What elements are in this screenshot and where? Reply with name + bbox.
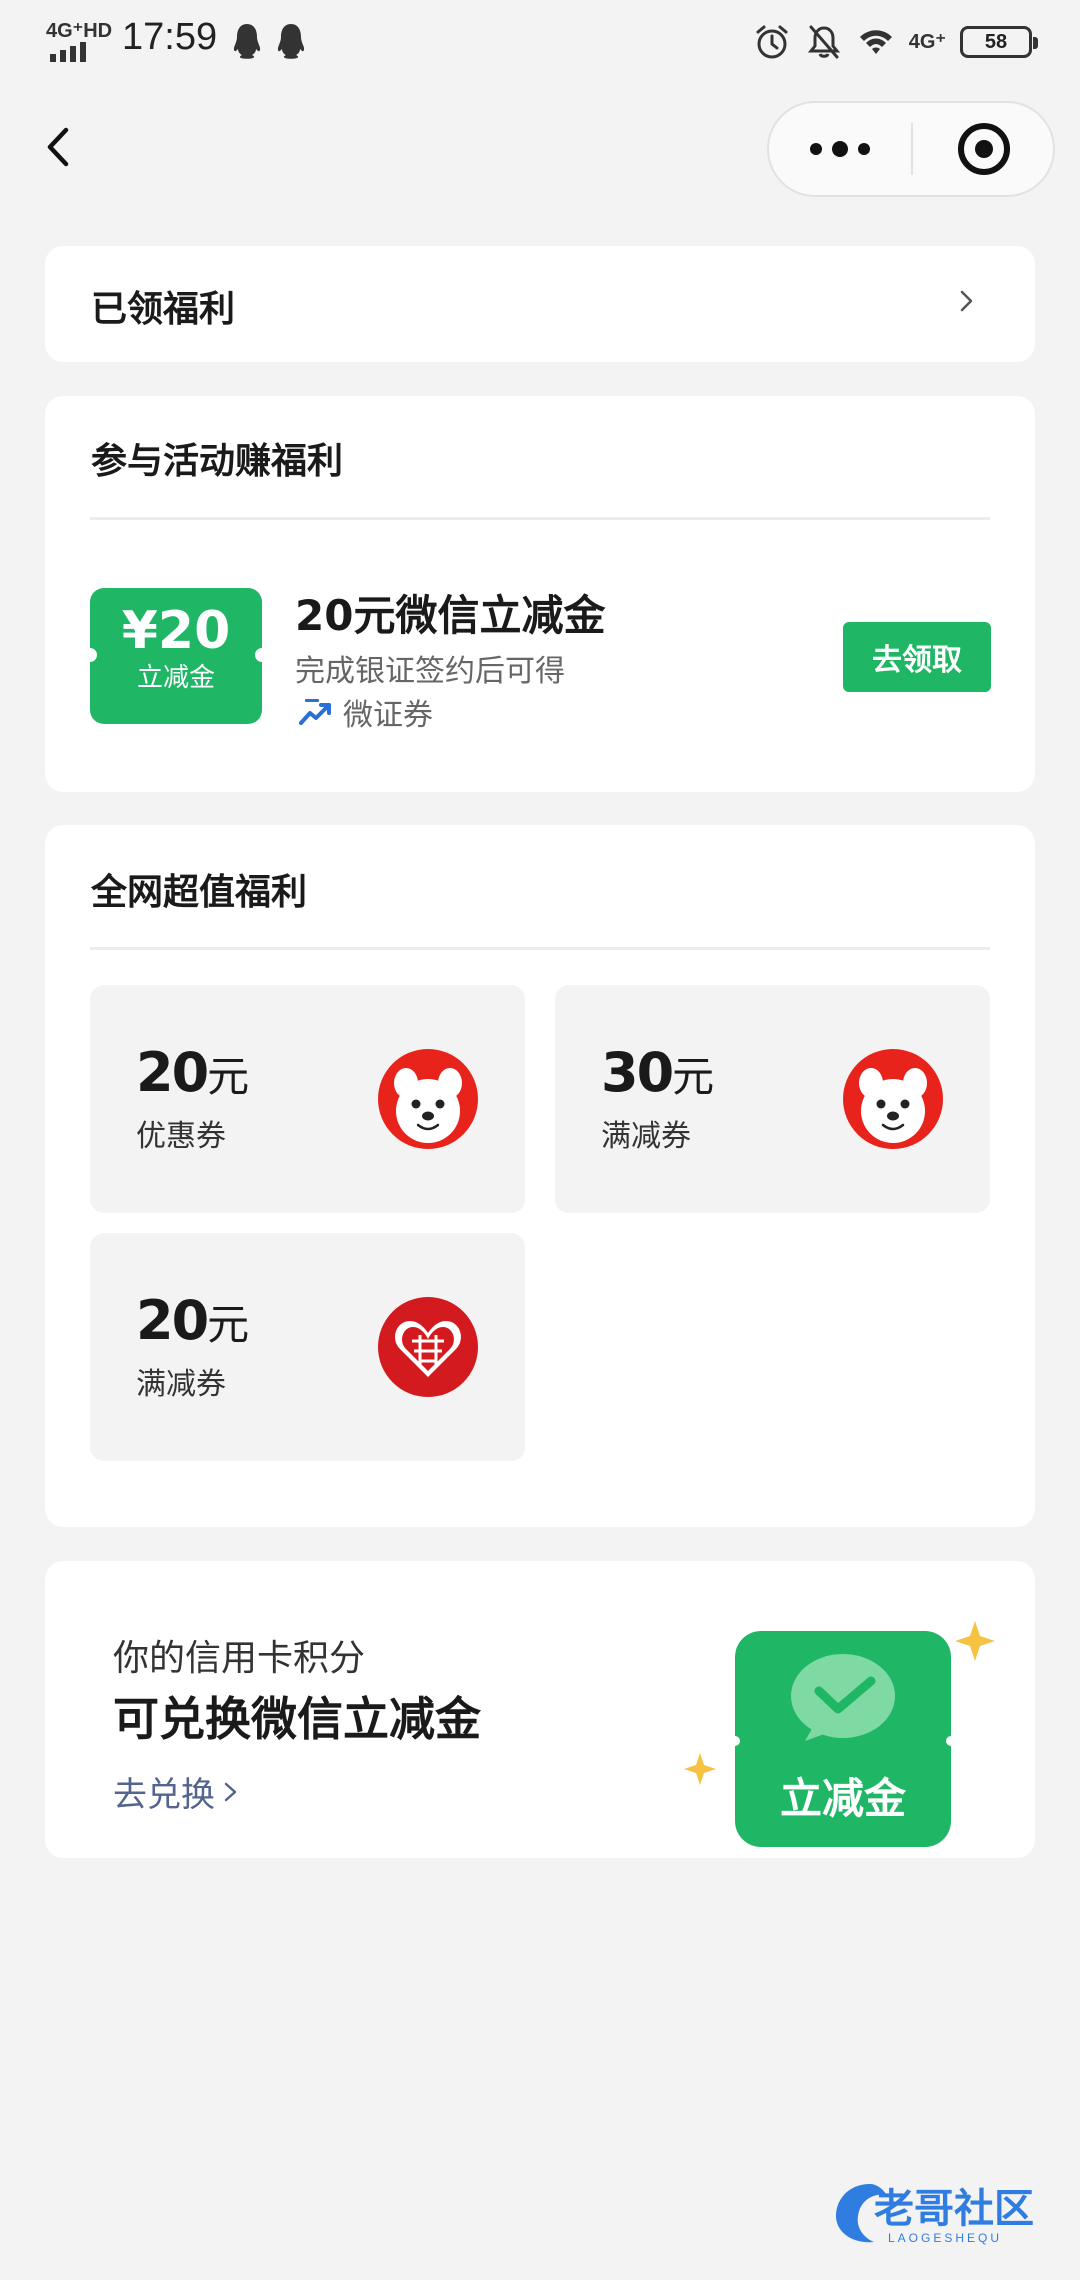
ticket-amount: ¥20 bbox=[121, 601, 231, 661]
status-bar: 4G⁺HD 17:59 4G⁺ 58 bbox=[0, 0, 1080, 84]
menu-capsule bbox=[767, 101, 1055, 197]
coupon-label: 满减券 bbox=[136, 1367, 226, 1402]
credit-points-card[interactable]: 你的信用卡积分 可兑换微信立减金 去兑换 立减金 bbox=[45, 1561, 1035, 1858]
points-title: 可兑换微信立减金 bbox=[113, 1692, 481, 1746]
battery-level: 58 bbox=[984, 30, 1008, 53]
battery-indicator: 58 bbox=[960, 26, 1038, 58]
qq-icon bbox=[233, 24, 261, 59]
chevron-right-icon bbox=[960, 290, 973, 312]
chevron-right-icon bbox=[224, 1782, 237, 1801]
watermark-text: 老哥社区 bbox=[874, 2186, 1034, 2232]
voucher-illustration: 立减金 bbox=[684, 1621, 995, 1847]
watermark-subtext: LAOGESHEQU bbox=[888, 2231, 1002, 2245]
claim-button[interactable]: 去领取 bbox=[843, 622, 991, 692]
art-label: 立减金 bbox=[780, 1774, 907, 1823]
activity-title: 参与活动赚福利 bbox=[91, 441, 344, 482]
points-subtitle: 你的信用卡积分 bbox=[113, 1638, 366, 1679]
alarm-icon bbox=[756, 25, 788, 59]
wei-securities-icon bbox=[299, 699, 331, 725]
exchange-link-label: 去兑换 bbox=[113, 1775, 215, 1815]
divider bbox=[90, 947, 990, 950]
coupon-amount: 20元 bbox=[136, 1289, 250, 1352]
divider bbox=[90, 517, 990, 520]
voucher-ticket: ¥20 立减金 bbox=[90, 588, 262, 724]
wifi-icon bbox=[859, 30, 892, 54]
coupon-card[interactable]: 30元 满减券 bbox=[555, 985, 990, 1213]
sparkle-icon bbox=[955, 1621, 995, 1661]
coupon-label: 优惠券 bbox=[136, 1119, 226, 1154]
network-benefits-title: 全网超值福利 bbox=[91, 872, 308, 913]
target-close-icon[interactable] bbox=[913, 103, 1055, 195]
coupon-amount: 20元 bbox=[136, 1041, 250, 1104]
received-benefits-row[interactable]: 已领福利 bbox=[45, 246, 1035, 362]
status-right-group: 4G⁺ 58 bbox=[753, 18, 1038, 66]
offer-source: 微证券 bbox=[299, 692, 433, 733]
signal-icon: 4G⁺HD bbox=[46, 18, 113, 62]
jd-joy-dog-icon bbox=[843, 1049, 943, 1149]
qq-icon bbox=[277, 24, 305, 59]
mute-icon bbox=[807, 25, 840, 59]
received-title: 已领福利 bbox=[91, 289, 236, 330]
network-benefits-card: 全网超值福利 20元 优惠券 30元 满减券 20元 满减券 bbox=[45, 825, 1035, 1527]
jd-joy-dog-icon bbox=[378, 1049, 478, 1149]
pinduoduo-icon bbox=[378, 1297, 478, 1397]
coupon-card[interactable]: 20元 优惠券 bbox=[90, 985, 525, 1213]
more-dots-icon[interactable] bbox=[769, 103, 911, 195]
coupon-label: 满减券 bbox=[601, 1119, 691, 1154]
coupon-card[interactable]: 20元 满减券 bbox=[90, 1233, 525, 1461]
status-time: 17:59 bbox=[122, 16, 218, 58]
network-type-right: 4G⁺ bbox=[908, 31, 946, 53]
offer-source-label: 微证券 bbox=[343, 698, 433, 733]
offer-title: 20元微信立减金 bbox=[295, 591, 606, 640]
nav-bar bbox=[0, 84, 1080, 210]
offer-description: 完成银证签约后可得 bbox=[295, 654, 565, 689]
exchange-link[interactable]: 去兑换 bbox=[113, 1767, 239, 1816]
sparkle-icon bbox=[684, 1753, 716, 1785]
activity-card: 参与活动赚福利 ¥20 立减金 20元微信立减金 完成银证签约后可得 微证券 去… bbox=[45, 396, 1035, 792]
coupon-amount: 30元 bbox=[601, 1041, 715, 1104]
chevron-left-icon[interactable] bbox=[30, 114, 90, 180]
watermark-logo: 老哥社区 LAOGESHEQU bbox=[836, 2184, 1034, 2245]
ticket-label: 立减金 bbox=[136, 663, 215, 693]
network-type: 4G⁺HD bbox=[46, 20, 113, 42]
